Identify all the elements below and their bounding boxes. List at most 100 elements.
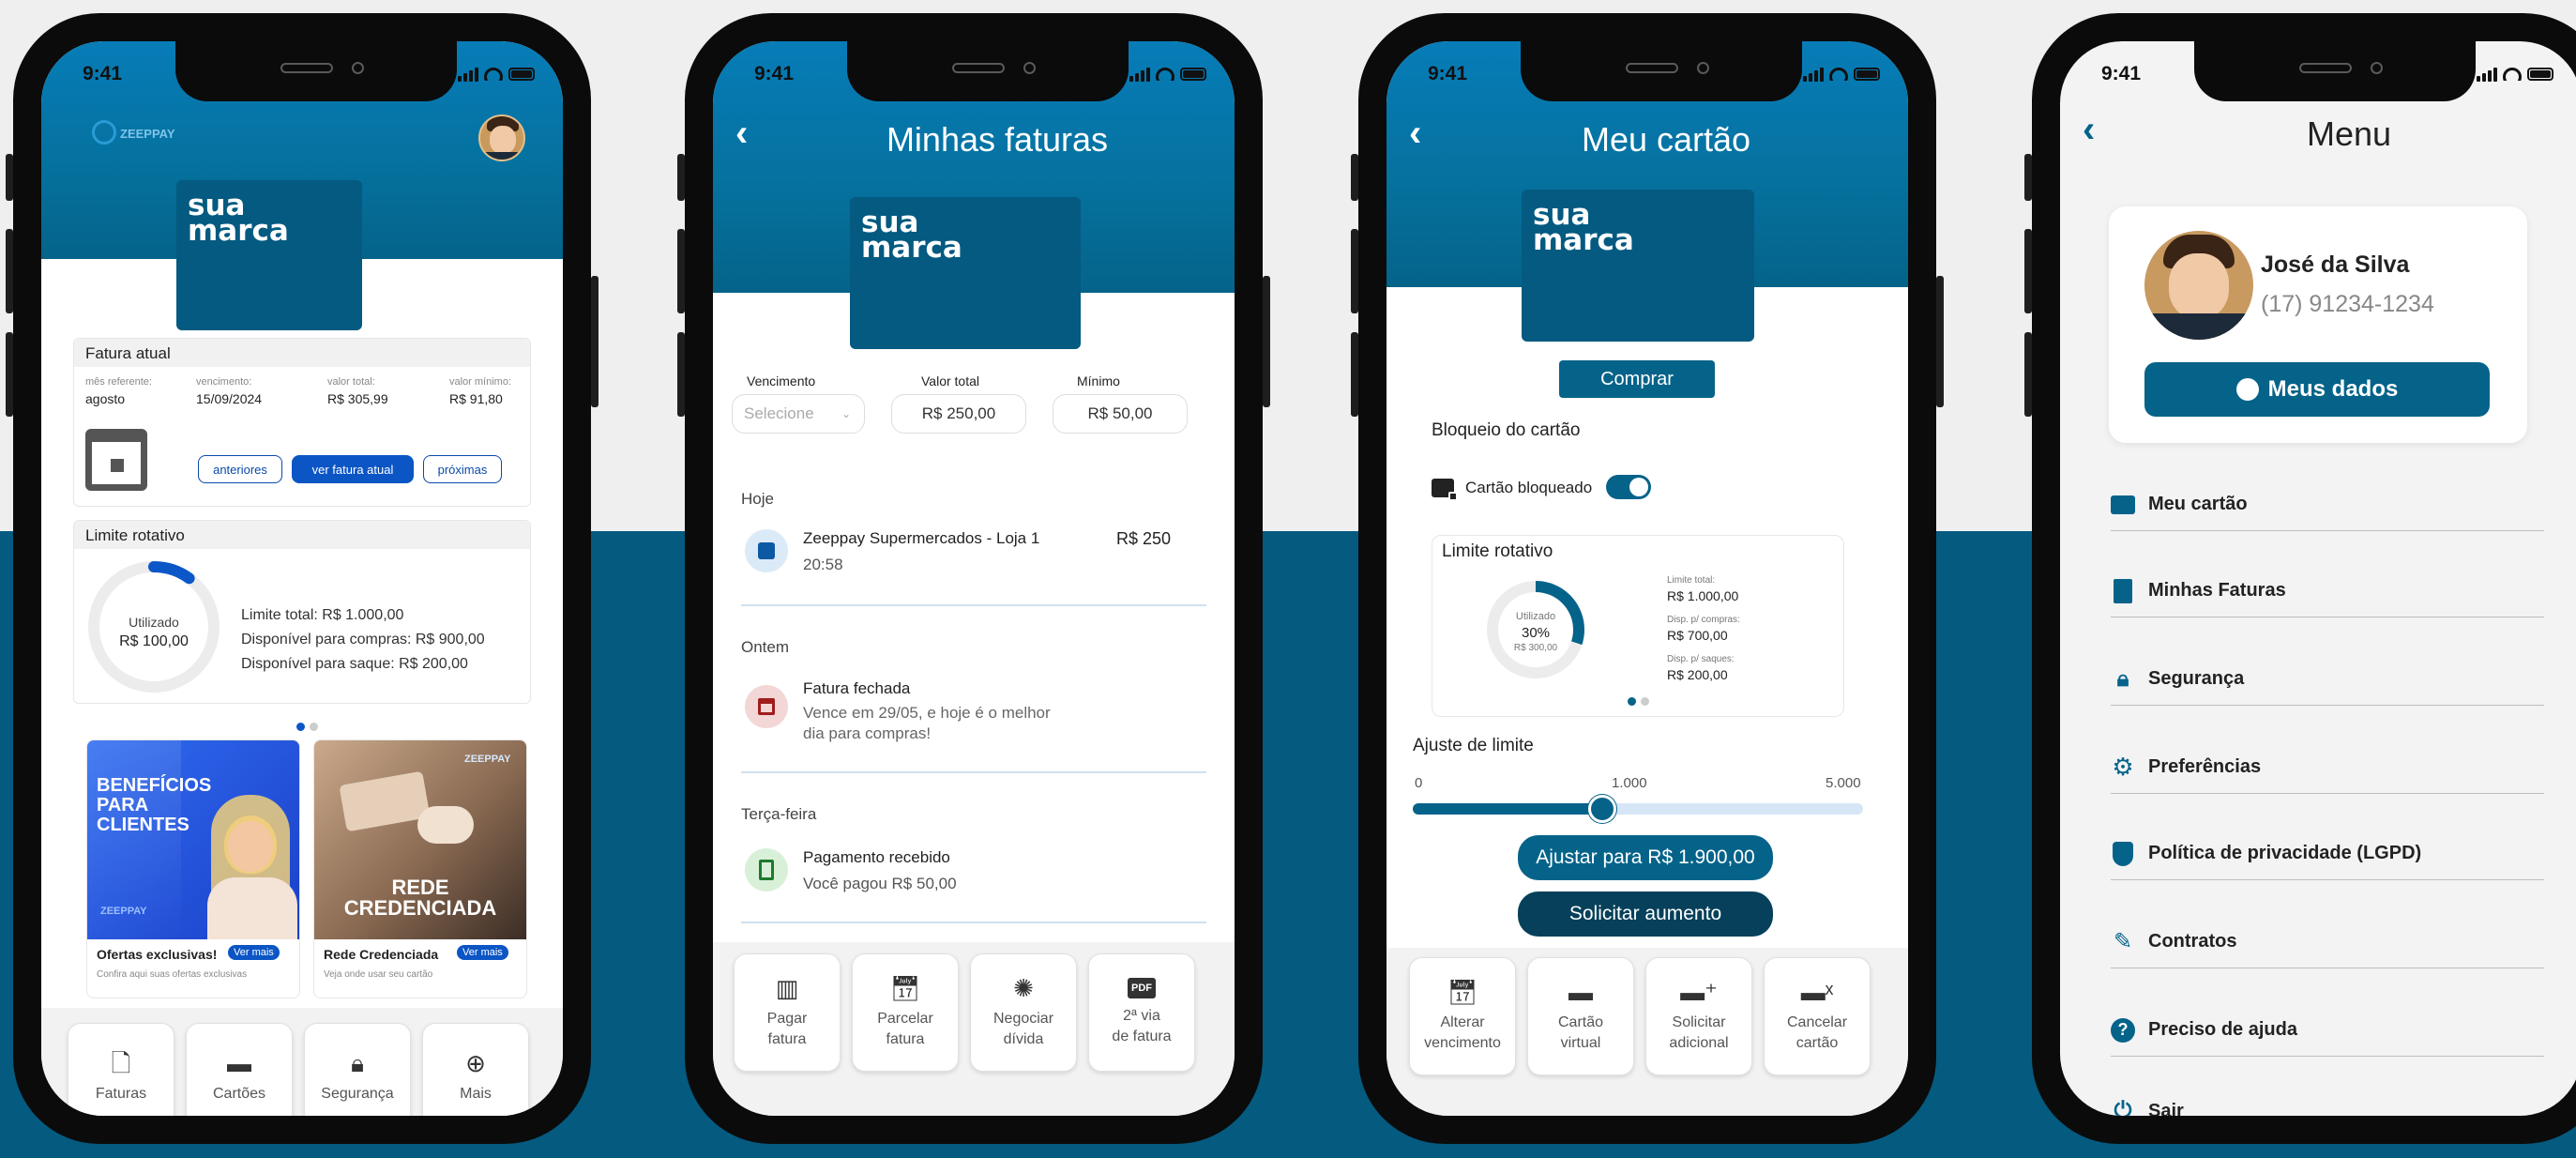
due-date-select[interactable]: Selecione ⌄ bbox=[732, 394, 865, 434]
menu-item-privacy-label: Política de privacidade (LGPD) bbox=[2148, 843, 2422, 863]
next-invoices-button[interactable]: próximas bbox=[423, 455, 502, 483]
contract-icon: ✎ bbox=[2113, 929, 2133, 954]
change-due-label-2: vencimento bbox=[1424, 1035, 1501, 1051]
invoice-copy-button[interactable]: PDF 2ª via de fatura bbox=[1088, 953, 1195, 1072]
tx-title: Zeeppay Supermercados - Loja 1 bbox=[803, 529, 1040, 547]
total-value-field[interactable]: R$ 250,00 bbox=[891, 394, 1026, 434]
carousel-dot[interactable] bbox=[1641, 697, 1649, 706]
additional-card-button[interactable]: ▬⁺ Solicitar adicional bbox=[1645, 957, 1752, 1075]
group-today-label: Hoje bbox=[741, 490, 774, 508]
additional-card-label-1: Solicitar bbox=[1672, 1014, 1726, 1030]
promo-offers-subtitle: Confira aqui suas ofertas exclusivas bbox=[97, 969, 248, 980]
limit-total: Limite total: R$ 1.000,00 bbox=[241, 607, 404, 623]
carousel-dot-active[interactable] bbox=[296, 723, 305, 731]
promo-offers-more-button[interactable]: Ver mais bbox=[228, 945, 280, 960]
wifi-icon bbox=[1829, 68, 1848, 81]
promo-network-logo: ZEEPPAY bbox=[464, 754, 511, 765]
cancel-card-button[interactable]: ▬ˣ Cancelar cartão bbox=[1764, 957, 1871, 1075]
nav-security-label: Segurança bbox=[321, 1086, 394, 1102]
negotiate-label-2: dívida bbox=[1003, 1031, 1044, 1047]
menu-item-contracts[interactable]: ✎ Contratos bbox=[2111, 916, 2544, 968]
virtual-card-label-1: Cartão bbox=[1557, 1014, 1604, 1030]
total-filter-label: Valor total bbox=[921, 373, 979, 389]
card-withdraw-value: R$ 200,00 bbox=[1667, 667, 1728, 682]
nav-more[interactable]: ⊕ Mais bbox=[422, 1023, 529, 1116]
menu-item-invoices[interactable]: Minhas Faturas bbox=[2111, 565, 2544, 617]
back-button[interactable]: ‹ bbox=[735, 113, 748, 155]
signal-icon bbox=[2477, 67, 2497, 82]
battery-icon bbox=[1854, 68, 1880, 81]
min-label: valor mínimo: bbox=[449, 376, 512, 388]
bag-icon bbox=[745, 529, 788, 572]
menu-item-invoices-label: Minhas Faturas bbox=[2148, 580, 2286, 601]
request-increase-button[interactable]: Solicitar aumento bbox=[1518, 891, 1773, 937]
virtual-card-button[interactable]: ▬ Cartão virtual bbox=[1527, 957, 1634, 1075]
document-icon bbox=[2111, 578, 2135, 603]
limit-adjust-title: Ajuste de limite bbox=[1413, 736, 1534, 755]
avatar[interactable] bbox=[478, 114, 525, 161]
cancel-card-label-2: cartão bbox=[1796, 1035, 1839, 1051]
current-invoice-title: Fatura atual bbox=[85, 344, 171, 362]
buy-button[interactable]: Comprar bbox=[1559, 360, 1715, 398]
status-time: 9:41 bbox=[754, 63, 795, 84]
card-total-value: R$ 1.000,00 bbox=[1667, 588, 1739, 603]
promo-network-more-button[interactable]: Ver mais bbox=[457, 945, 508, 960]
brand-line2: marca bbox=[861, 231, 962, 265]
block-toggle[interactable] bbox=[1606, 475, 1651, 499]
change-due-label-1: Alterar bbox=[1440, 1014, 1485, 1030]
menu-item-my-card-label: Meu cartão bbox=[2148, 494, 2248, 514]
promo-offers-card[interactable]: BENEFÍCIOS PARA CLIENTES ZEEPPAY Ofertas… bbox=[86, 739, 300, 998]
menu-item-security[interactable]: 🔒︎ Segurança bbox=[2111, 653, 2544, 706]
limit-purchases: Disponível para compras: R$ 900,00 bbox=[241, 632, 485, 648]
promo-offers-heading: BENEFÍCIOS PARA CLIENTES bbox=[97, 775, 212, 835]
adjust-limit-button[interactable]: Ajustar para R$ 1.900,00 bbox=[1518, 835, 1773, 880]
change-due-button[interactable]: 📅︎ Alterar vencimento bbox=[1409, 957, 1516, 1075]
min-value-field[interactable]: R$ 50,00 bbox=[1053, 394, 1188, 434]
due-date-select-placeholder: Selecione bbox=[744, 404, 814, 422]
carousel-dot-active[interactable] bbox=[1628, 697, 1636, 706]
avatar[interactable] bbox=[2144, 231, 2253, 340]
card-plus-icon: ▬⁺ bbox=[1680, 978, 1718, 1006]
nav-security[interactable]: 🔒︎ Segurança bbox=[304, 1023, 411, 1116]
menu-item-help[interactable]: ? Preciso de ajuda bbox=[2111, 1004, 2544, 1057]
view-current-invoice-button[interactable]: ver fatura atual bbox=[292, 455, 414, 483]
promo-network-card[interactable]: ZEEPPAY REDE CREDENCIADA Rede Credenciad… bbox=[313, 739, 527, 998]
plus-circle-icon: ⊕ bbox=[465, 1049, 486, 1077]
installment-label-2: fatura bbox=[886, 1031, 925, 1047]
my-data-button[interactable]: Meus dados bbox=[2144, 362, 2490, 417]
previous-invoices-button[interactable]: anteriores bbox=[198, 455, 282, 483]
card-used-pct: 30% bbox=[1521, 625, 1551, 641]
installment-invoice-button[interactable]: 📅︎ Parcelar fatura bbox=[852, 953, 959, 1072]
promo-network-image: ZEEPPAY REDE CREDENCIADA bbox=[314, 740, 526, 939]
home-screen: 9:41 ZEEPPAY sua marca Fatura atual mês … bbox=[41, 41, 563, 1116]
menu-item-preferences[interactable]: ⚙ Preferências bbox=[2111, 741, 2544, 794]
carousel-dot[interactable] bbox=[310, 723, 318, 731]
group-yesterday-label: Ontem bbox=[741, 638, 790, 656]
promo-offers-image: BENEFÍCIOS PARA CLIENTES ZEEPPAY bbox=[87, 740, 299, 939]
slider-handle[interactable] bbox=[1587, 795, 1616, 823]
invoice-copy-label-1: 2ª via bbox=[1123, 1008, 1160, 1024]
menu-item-logout[interactable]: ⏻ Sair bbox=[2111, 1085, 2544, 1116]
pay-invoice-label-1: Pagar bbox=[766, 1011, 808, 1027]
brand-card: sua marca bbox=[1522, 190, 1754, 342]
promo-network-title: Rede Credenciada bbox=[324, 947, 439, 962]
tx-time: 20:58 bbox=[803, 556, 843, 573]
back-button[interactable]: ‹ bbox=[1409, 113, 1421, 155]
profile-card: José da Silva (17) 91234-1234 Meus dados bbox=[2109, 206, 2527, 443]
group-tuesday-label: Terça-feira bbox=[741, 805, 817, 823]
menu-item-my-card[interactable]: Meu cartão bbox=[2111, 479, 2544, 531]
menu-item-security-label: Segurança bbox=[2148, 668, 2245, 689]
help-icon: ? bbox=[2111, 1017, 2135, 1043]
menu-item-logout-label: Sair bbox=[2148, 1100, 2184, 1117]
signal-icon bbox=[458, 67, 478, 82]
brand-card: sua marca bbox=[176, 180, 362, 330]
pay-invoice-button[interactable]: ▥ Pagar fatura bbox=[734, 953, 841, 1072]
nav-invoices[interactable]: 🗋 Faturas bbox=[68, 1023, 174, 1116]
limit-withdraw: Disponível para saque: R$ 200,00 bbox=[241, 656, 468, 672]
back-button[interactable]: ‹ bbox=[2083, 109, 2095, 151]
negotiate-debt-button[interactable]: ✺ Negociar dívida bbox=[970, 953, 1077, 1072]
card-used-value: R$ 300,00 bbox=[1513, 643, 1558, 653]
nav-cards[interactable]: ▬ Cartões bbox=[186, 1023, 293, 1116]
menu-item-privacy[interactable]: Política de privacidade (LGPD) bbox=[2111, 828, 2544, 880]
limit-slider[interactable] bbox=[1413, 795, 1863, 823]
